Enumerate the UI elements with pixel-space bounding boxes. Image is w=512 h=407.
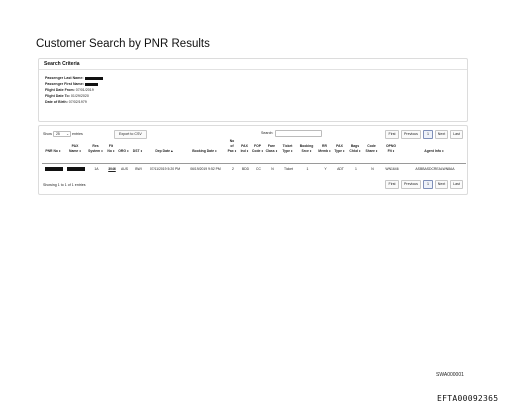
show-entries-control: Show 25 ⌄ entries — [43, 131, 83, 137]
criteria-label: Date of Birth: — [45, 100, 69, 104]
column-header[interactable]: OPNG Flt ♦ — [380, 139, 402, 154]
table-row: 1A 3046 AUS BWI 07/11/2019 5:20 PM 06/19/2019… — [42, 165, 466, 173]
redaction-box — [43, 165, 65, 173]
column-header[interactable]: DST ♦ — [130, 139, 145, 154]
search-criteria-fields: Passenger Last Name: Passenger First Nam… — [39, 70, 467, 105]
search-input[interactable] — [275, 130, 322, 137]
show-label: Show — [43, 131, 52, 136]
column-header[interactable]: Booking Srce ♦ — [296, 139, 317, 154]
criteria-label: Flight Date To: — [45, 94, 71, 98]
column-header[interactable]: No of Pax ♦ — [226, 139, 238, 154]
entries-select[interactable]: 25 ⌄ — [53, 131, 71, 137]
table-cell: 1 — [306, 167, 309, 171]
search-criteria-title: Search Criteria — [39, 59, 467, 70]
search-label: Search: — [261, 131, 274, 135]
redaction-box — [65, 165, 87, 173]
pager-1-button[interactable]: 1 — [423, 180, 433, 189]
table-info: Showing 1 to 1 of 1 entries — [43, 183, 86, 187]
table-cell: N — [371, 167, 374, 171]
efta-label: EFTA00092365 — [437, 394, 499, 403]
column-header[interactable]: Fare Class ♦ — [264, 139, 279, 154]
column-header[interactable]: Code Share ♦ — [363, 139, 380, 154]
column-header[interactable]: FOP Code ♦ — [251, 139, 264, 154]
table-cell: 1 — [355, 167, 357, 171]
criteria-label: Flight Date From: — [45, 88, 76, 92]
table-cell: BDD — [241, 167, 250, 171]
column-header[interactable]: PAX Ind ♦ — [238, 139, 251, 154]
redaction-box — [84, 76, 103, 80]
table-cell: ADT — [337, 167, 344, 171]
table-cell: N — [271, 167, 274, 171]
page-title: Customer Search by PNR Results — [36, 38, 210, 50]
pager-previous-button[interactable]: Previous — [401, 180, 421, 189]
column-header[interactable]: RR Memb ♦ — [317, 139, 332, 154]
pager-next-button[interactable]: Next — [435, 180, 448, 189]
column-header[interactable]: Res System ♦ — [86, 139, 105, 154]
table-cell: WN1646 — [385, 167, 399, 171]
pager-last-button[interactable]: Last — [450, 130, 463, 139]
table-cell: ASBBASDCREALWN8AA — [415, 167, 455, 171]
table-cell: 06/19/2019 9:52 PM — [190, 167, 221, 171]
criteria-label: Passenger First Name: — [45, 82, 85, 86]
table-cell: Y — [324, 167, 327, 171]
search-control: Search: — [261, 131, 273, 135]
column-header[interactable]: ORG ♦ — [117, 139, 130, 154]
criteria-value: 01/29/2020 — [70, 94, 89, 98]
chevron-down-icon: ⌄ — [66, 132, 69, 136]
column-header[interactable]: Flt No ♦ — [105, 139, 117, 154]
column-header[interactable]: Ticket Type ♦ — [279, 139, 296, 154]
pager-previous-button[interactable]: Previous — [401, 130, 421, 139]
table-cell: Ticket — [284, 167, 293, 171]
table-cell: 2 — [232, 167, 234, 171]
criteria-label: Passenger Last Name: — [45, 76, 85, 80]
table-header: PNR No ♦ PAX Name ♦ Res System ♦ Flt No ♦ O… — [42, 139, 466, 164]
export-csv-button[interactable]: Export to CSV — [114, 130, 147, 139]
criteria-value: 07/02/1979 — [68, 100, 87, 104]
column-header[interactable]: Booking Date ♦ — [183, 139, 226, 154]
pager-1-button[interactable]: 1 — [423, 130, 433, 139]
pager-first-button[interactable]: First — [385, 180, 399, 189]
column-header[interactable]: Agent Info ♦ — [402, 139, 466, 154]
table-cell: 1A — [94, 167, 99, 171]
table-cell: 07/11/2019 5:20 PM — [149, 167, 181, 171]
column-header[interactable]: PNR No ♦ — [42, 139, 64, 154]
pager-next-button[interactable]: Next — [435, 130, 448, 139]
table-cell[interactable]: 3046 — [106, 165, 118, 173]
redaction-box — [84, 82, 98, 86]
search-criteria-panel: Search Criteria Passenger Last Name: Pas… — [38, 58, 468, 122]
entries-label: entries — [72, 131, 83, 136]
column-header[interactable]: PAX Type ♦ — [332, 139, 347, 154]
pager-last-button[interactable]: Last — [450, 180, 463, 189]
criteria-value: 07/01/2019 — [75, 88, 94, 92]
table-cell: CC — [256, 167, 261, 171]
criteria-row: Date of Birth: 07/02/1979 — [45, 99, 467, 105]
results-panel: Show 25 ⌄ entries Export to CSV Search: … — [38, 125, 468, 195]
table-cell: AUS — [121, 167, 128, 171]
column-header[interactable]: Bags Chkd ♦ — [347, 139, 363, 154]
column-header[interactable]: Dep Date ▴ — [145, 139, 183, 154]
table-cell: BWI — [135, 167, 142, 171]
column-header[interactable]: PAX Name ♦ — [64, 139, 86, 154]
pager-first-button[interactable]: First — [385, 130, 399, 139]
bates-code: SWA000001 — [436, 372, 464, 378]
